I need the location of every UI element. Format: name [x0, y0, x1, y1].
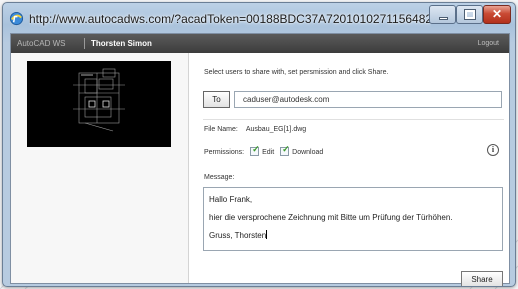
message-line: hier die versprochene Zeichnung mit Bitt…: [209, 213, 453, 222]
download-label: Download: [292, 149, 324, 156]
info-icon[interactable]: i: [487, 144, 499, 156]
text-cursor: [266, 230, 268, 239]
permissions-row: Permissions: ✓ Edit ✓ Download: [204, 144, 324, 156]
logout-link[interactable]: Logout: [478, 34, 499, 53]
message-line: Hallo Frank,: [209, 195, 253, 204]
share-form: Select users to share with, set persmiss…: [190, 53, 509, 286]
message-label: Message:: [204, 174, 235, 181]
message-line-last: Gruss, Thorsten: [209, 227, 497, 245]
header-separator: [84, 38, 85, 49]
message-textarea[interactable]: Hallo Frank, hier die versprochene Zeich…: [203, 187, 503, 251]
to-button[interactable]: To: [203, 91, 230, 108]
file-name-row: File Name: Ausbau_EG[1].dwg: [204, 126, 306, 133]
minimize-button[interactable]: [429, 5, 456, 24]
window-url: http://www.autocadws.com/?acadToken=0018…: [29, 12, 431, 26]
file-name-label: File Name:: [204, 126, 238, 133]
close-button[interactable]: ✕: [483, 5, 511, 24]
user-name: Thorsten Simon: [91, 39, 152, 48]
recipient-input[interactable]: caduser@autodesk.com: [234, 91, 502, 108]
permissions-label: Permissions:: [204, 149, 245, 156]
minimize-icon: [439, 17, 448, 20]
file-name-value: Ausbau_EG[1].dwg: [245, 126, 307, 133]
checkmark-icon: ✓: [252, 144, 260, 154]
brand-name: AutoCAD WS: [17, 39, 66, 48]
message-line-text: Gruss, Thorsten: [209, 231, 267, 240]
title-bar[interactable]: http://www.autocadws.com/?acadToken=0018…: [3, 3, 515, 33]
maximize-icon: [464, 9, 476, 20]
share-button[interactable]: Share: [461, 271, 503, 286]
drawing-thumbnail: [27, 61, 171, 147]
share-instructions: Select users to share with, set persmiss…: [204, 69, 389, 76]
app-header: AutoCAD WS Thorsten Simon Logout: [11, 34, 509, 53]
edit-checkbox[interactable]: ✓: [250, 144, 260, 156]
drawing-preview-panel: [11, 53, 189, 283]
edit-label: Edit: [262, 149, 275, 156]
close-icon: ✕: [491, 7, 503, 21]
browser-popup-window: http://www.autocadws.com/?acadToken=0018…: [2, 2, 516, 287]
form-divider: [203, 119, 504, 120]
browser-icon: [9, 11, 24, 26]
download-checkbox[interactable]: ✓: [280, 144, 290, 156]
checkmark-icon: ✓: [282, 144, 290, 154]
maximize-button[interactable]: [456, 5, 483, 24]
share-dialog: AutoCAD WS Thorsten Simon Logout Select …: [10, 33, 510, 286]
